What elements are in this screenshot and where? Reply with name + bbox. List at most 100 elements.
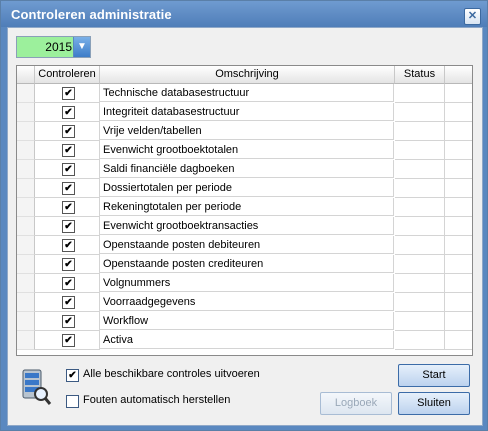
check-cell[interactable]: ✔ [35,293,100,312]
extra-cell [445,198,472,217]
row-header[interactable] [17,312,35,331]
row-checkbox[interactable]: ✔ [62,239,75,252]
run-all-checkbox[interactable]: ✔ [66,369,79,382]
auto-fix-label[interactable]: Fouten automatisch herstellen [83,394,230,406]
description-cell[interactable]: Integriteit databasestructuur [100,103,394,121]
status-cell [395,236,445,255]
check-cell[interactable]: ✔ [35,236,100,255]
description-cell[interactable]: Vrije velden/tabellen [100,122,394,140]
status-cell [395,160,445,179]
row-header[interactable] [17,236,35,255]
extra-cell [445,312,472,331]
row-checkbox[interactable]: ✔ [62,87,75,100]
extra-cell [445,160,472,179]
window-title: Controleren administratie [11,7,172,22]
check-cell[interactable]: ✔ [35,84,100,103]
status-cell [395,331,445,350]
check-cell[interactable]: ✔ [35,312,100,331]
description-cell[interactable]: Voorraadgegevens [100,293,394,311]
extra-cell [445,236,472,255]
start-button[interactable]: Start [398,364,470,387]
row-header[interactable] [17,122,35,141]
row-checkbox[interactable]: ✔ [62,144,75,157]
checks-grid: Controleren Omschrijving Status ✔ Technis… [16,65,473,356]
description-cell[interactable]: Dossiertotalen per periode [100,179,394,197]
row-checkbox[interactable]: ✔ [62,315,75,328]
row-header[interactable] [17,179,35,198]
extra-cell [445,293,472,312]
chevron-down-icon[interactable]: ▼ [73,37,90,57]
row-header[interactable] [17,255,35,274]
extra-cell [445,331,472,350]
row-checkbox[interactable]: ✔ [62,125,75,138]
column-header-description[interactable]: Omschrijving [100,66,395,84]
status-cell [395,198,445,217]
extra-cell [445,255,472,274]
close-button[interactable]: Sluiten [398,392,470,415]
check-cell[interactable]: ✔ [35,331,100,350]
description-cell[interactable]: Openstaande posten debiteuren [100,236,394,254]
close-icon[interactable]: ✕ [464,8,481,25]
description-cell[interactable]: Activa [100,331,394,349]
run-all-label[interactable]: Alle beschikbare controles uitvoeren [83,368,260,380]
extra-cell [445,179,472,198]
description-cell[interactable]: Technische databasestructuur [100,84,394,102]
row-checkbox[interactable]: ✔ [62,334,75,347]
row-header[interactable] [17,84,35,103]
check-cell[interactable]: ✔ [35,122,100,141]
check-cell[interactable]: ✔ [35,103,100,122]
description-cell[interactable]: Saldi financiële dagboeken [100,160,394,178]
description-cell[interactable]: Openstaande posten crediteuren [100,255,394,273]
year-select[interactable]: 2015 ▼ [16,36,91,58]
status-cell [395,312,445,331]
log-button[interactable]: Logboek [320,392,392,415]
description-cell[interactable]: Workflow [100,312,394,330]
description-cell[interactable]: Rekeningtotalen per periode [100,198,394,216]
row-header[interactable] [17,274,35,293]
status-cell [395,179,445,198]
dialog-body: 2015 ▼ Controleren Omschrijving Status ✔… [7,27,483,426]
row-header[interactable] [17,198,35,217]
row-header[interactable] [17,331,35,350]
column-header-check[interactable]: Controleren [35,66,100,84]
row-checkbox[interactable]: ✔ [62,106,75,119]
check-cell[interactable]: ✔ [35,160,100,179]
status-cell [395,293,445,312]
check-cell[interactable]: ✔ [35,255,100,274]
auto-fix-checkbox[interactable] [66,395,79,408]
row-checkbox[interactable]: ✔ [62,277,75,290]
check-cell[interactable]: ✔ [35,198,100,217]
row-checkbox[interactable]: ✔ [62,163,75,176]
description-cell[interactable]: Evenwicht grootboektotalen [100,141,394,159]
row-header[interactable] [17,160,35,179]
dialog-window: Controleren administratie ✕ 2015 ▼ Contr… [0,0,488,431]
status-cell [395,84,445,103]
row-header[interactable] [17,103,35,122]
title-bar[interactable]: Controleren administratie ✕ [1,1,487,27]
check-cell[interactable]: ✔ [35,274,100,293]
extra-cell [445,217,472,236]
year-value: 2015 [45,40,72,54]
description-cell[interactable]: Evenwicht grootboektransacties [100,217,394,235]
row-checkbox[interactable]: ✔ [62,296,75,309]
column-header-status[interactable]: Status [395,66,445,84]
extra-cell [445,103,472,122]
row-header-corner [17,66,35,84]
row-checkbox[interactable]: ✔ [62,182,75,195]
check-cell[interactable]: ✔ [35,141,100,160]
extra-cell [445,122,472,141]
row-header[interactable] [17,293,35,312]
status-cell [395,141,445,160]
row-checkbox[interactable]: ✔ [62,220,75,233]
column-header-extra [445,66,472,84]
status-cell [395,274,445,293]
row-checkbox[interactable]: ✔ [62,258,75,271]
check-cell[interactable]: ✔ [35,217,100,236]
description-cell[interactable]: Volgnummers [100,274,394,292]
check-cell[interactable]: ✔ [35,179,100,198]
extra-cell [445,274,472,293]
row-header[interactable] [17,217,35,236]
row-header[interactable] [17,141,35,160]
row-checkbox[interactable]: ✔ [62,201,75,214]
status-cell [395,122,445,141]
